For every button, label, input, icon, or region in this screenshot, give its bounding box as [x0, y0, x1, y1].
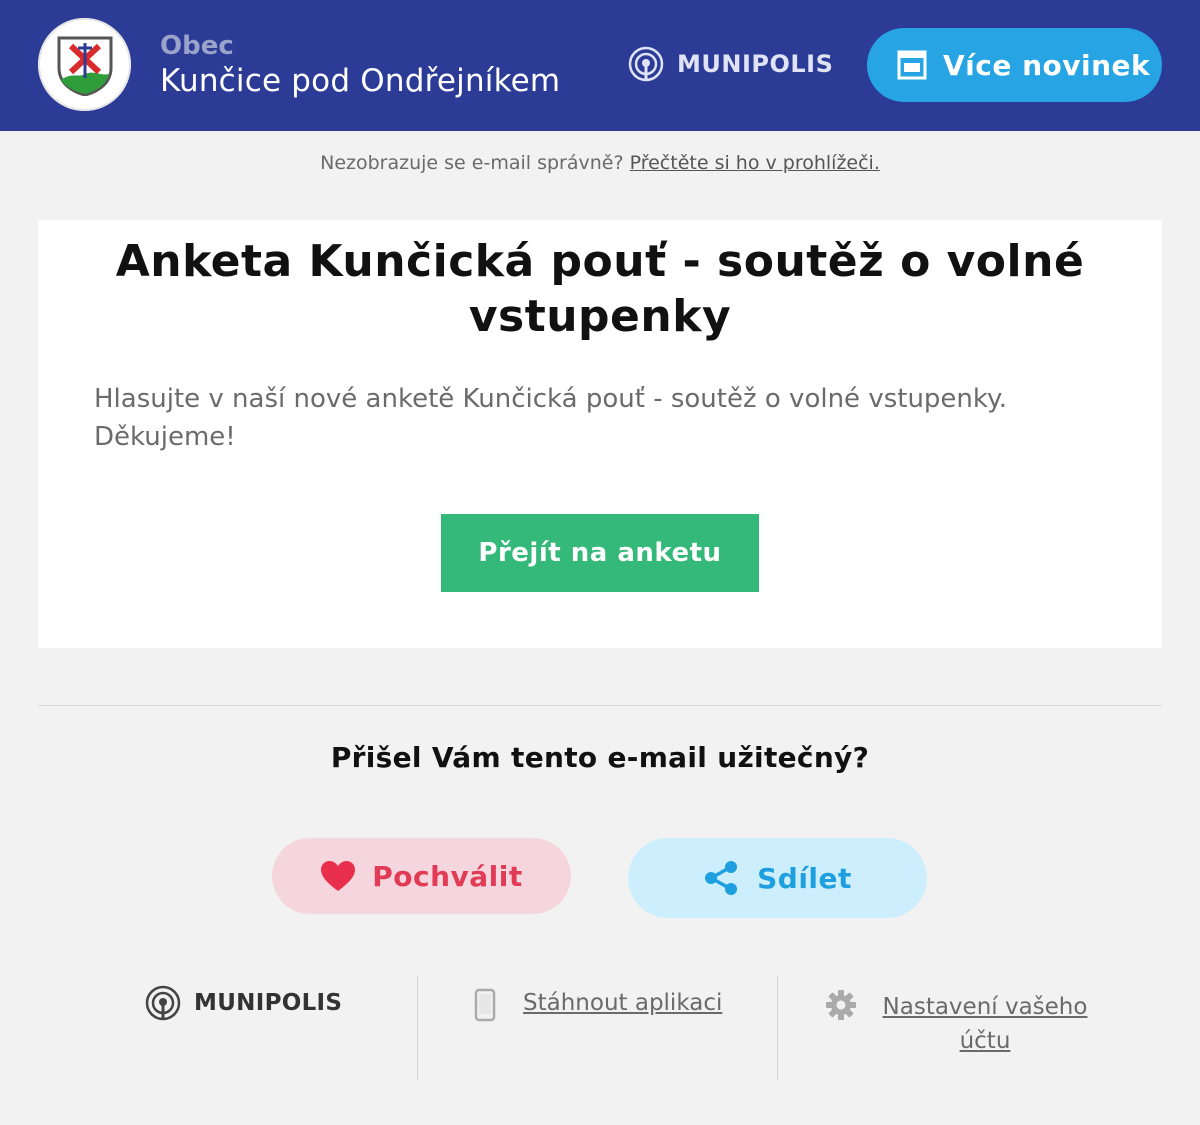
- browser-notice: Nezobrazuje se e-mail správně? Přečtěte …: [0, 152, 1200, 174]
- brand-logo[interactable]: MUNIPOLIS: [627, 45, 833, 83]
- signal-icon: [628, 46, 664, 82]
- more-news-button[interactable]: Více novinek: [867, 28, 1162, 102]
- coat-of-arms-icon: [57, 36, 113, 96]
- heart-icon: [321, 861, 356, 891]
- newspaper-icon: [897, 50, 927, 80]
- footer-separator: [417, 975, 418, 1081]
- go-to-poll-button[interactable]: Přejít na anketu: [441, 514, 759, 592]
- footer-brand-logo[interactable]: MUNIPOLIS: [144, 983, 342, 1023]
- crest-badge: [38, 18, 131, 111]
- article-title: Anketa Kunčická pouť - soutěž o volné vs…: [115, 236, 1085, 342]
- download-app-link[interactable]: Stáhnout aplikaci: [523, 990, 722, 1016]
- footer-separator: [777, 975, 778, 1081]
- account-settings-link[interactable]: Nastavení vašeho účtu: [870, 990, 1100, 1058]
- phone-icon: [474, 988, 496, 1022]
- share-button[interactable]: Sdílet: [628, 838, 927, 918]
- header: Obec Kunčice pod Ondřejníkem MUNIPOLIS V…: [0, 0, 1200, 131]
- org-type-label: Obec: [160, 31, 234, 61]
- view-in-browser-link[interactable]: Přečtěte si ho v prohlížeči.: [630, 152, 880, 174]
- share-icon: [705, 861, 738, 895]
- feedback-question: Přišel Vám tento e-mail užitečný?: [330, 741, 870, 774]
- article-card: Anketa Kunčická pouť - soutěž o volné vs…: [38, 220, 1162, 648]
- more-news-label: Více novinek: [943, 48, 1151, 82]
- brand-name: MUNIPOLIS: [677, 50, 834, 78]
- org-name: Kunčice pod Ondřejníkem: [160, 63, 561, 99]
- share-label: Sdílet: [757, 861, 852, 895]
- signal-icon: [145, 985, 181, 1021]
- notice-text: Nezobrazuje se e-mail správně?: [320, 152, 624, 174]
- praise-button[interactable]: Pochválit: [272, 838, 571, 914]
- divider: [38, 705, 1162, 706]
- gear-icon: [826, 990, 856, 1020]
- article-body: Hlasujte v naší nové anketě Kunčická pou…: [94, 384, 1007, 452]
- footer-brand-name: MUNIPOLIS: [194, 990, 343, 1016]
- praise-label: Pochválit: [372, 859, 523, 893]
